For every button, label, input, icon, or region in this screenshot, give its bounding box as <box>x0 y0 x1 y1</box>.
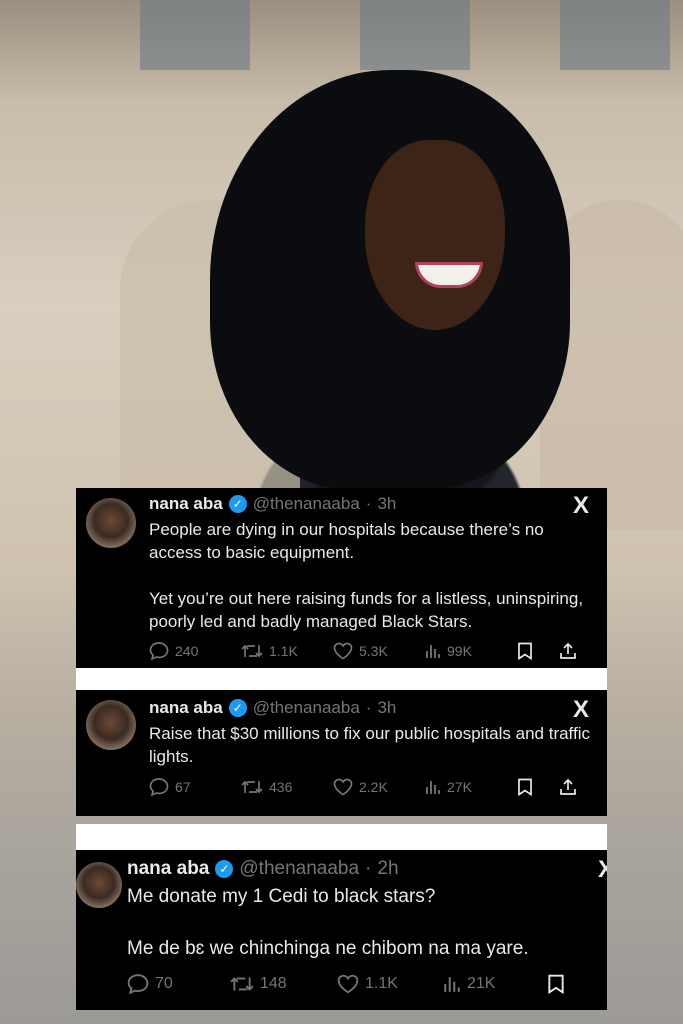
bookmark-icon <box>517 778 533 796</box>
tweet-card-3[interactable]: nana aba ✓ @thenanaaba · 2h X Me donate … <box>76 850 607 1010</box>
reply-count: 240 <box>175 643 199 659</box>
tweet-paragraph: Me de bɛ we chinchinga ne chibom na ma y… <box>127 938 529 959</box>
views-count: 99K <box>447 643 472 659</box>
avatar[interactable] <box>86 700 136 750</box>
author-name[interactable]: nana aba <box>127 858 209 880</box>
building-window <box>140 0 250 70</box>
reply-count: 67 <box>175 779 191 795</box>
like-count: 2.2K <box>359 779 388 795</box>
author-name[interactable]: nana aba <box>149 698 223 718</box>
share-button[interactable] <box>559 778 589 796</box>
like-count: 5.3K <box>359 643 388 659</box>
building-window <box>560 0 670 70</box>
bookmark-icon <box>517 642 533 660</box>
tweet-text: Me donate my 1 Cedi to black stars? Me d… <box>127 885 597 961</box>
views-count: 21K <box>467 975 496 992</box>
retweet-count: 148 <box>260 975 287 992</box>
heart-icon <box>333 642 353 660</box>
share-button[interactable] <box>559 642 589 660</box>
tweet-header: nana aba ✓ @thenanaaba · 3h <box>149 698 396 718</box>
divider <box>76 824 607 850</box>
x-logo-icon: X <box>573 492 590 519</box>
retweet-button[interactable]: 1.1K <box>241 643 333 659</box>
woman-face <box>365 140 505 330</box>
tweet-text: Raise that $30 millions to fix our publi… <box>149 722 599 768</box>
author-handle[interactable]: @thenanaaba <box>253 494 360 514</box>
tweet-paragraph: People are dying in our hospitals becaus… <box>149 520 544 562</box>
reply-button[interactable]: 240 <box>149 642 241 660</box>
tweet-card-1[interactable]: nana aba ✓ @thenanaaba · 3h X People are… <box>76 488 607 668</box>
like-button[interactable]: 2.2K <box>333 778 425 796</box>
retweet-icon <box>241 643 263 659</box>
author-name[interactable]: nana aba <box>149 494 223 514</box>
tweet-paragraph: Yet you’re out here raising funds for a … <box>149 589 584 631</box>
x-logo-icon: X <box>598 856 607 883</box>
verified-badge-icon: ✓ <box>228 495 247 513</box>
author-handle[interactable]: @thenanaaba <box>239 858 359 880</box>
verified-badge-icon: ✓ <box>228 699 247 717</box>
share-icon <box>559 778 577 796</box>
views-button[interactable]: 99K <box>425 643 517 659</box>
reply-button[interactable]: 67 <box>149 778 241 796</box>
retweet-icon <box>241 779 263 795</box>
reply-count: 70 <box>155 975 173 992</box>
views-icon <box>443 975 461 993</box>
tweet-paragraph: Me donate my 1 Cedi to black stars? <box>127 886 436 907</box>
bookmark-icon <box>547 974 565 994</box>
timestamp[interactable]: 3h <box>377 698 396 718</box>
tweet-paragraph: Raise that $30 millions to fix our publi… <box>149 724 590 766</box>
tweet-header: nana aba ✓ @thenanaaba · 3h <box>149 494 396 514</box>
tweet-text: People are dying in our hospitals becaus… <box>149 518 599 633</box>
share-icon <box>559 642 577 660</box>
verified-badge-icon: ✓ <box>215 860 234 878</box>
views-button[interactable]: 27K <box>425 779 517 795</box>
reply-icon <box>149 778 169 796</box>
avatar[interactable] <box>76 862 122 908</box>
divider <box>76 668 607 690</box>
heart-icon <box>333 778 353 796</box>
x-logo-icon: X <box>573 696 590 723</box>
views-icon <box>425 779 441 795</box>
bookmark-button[interactable] <box>547 974 577 994</box>
action-bar: 70 148 1.1K 21K <box>127 974 607 994</box>
avatar[interactable] <box>86 498 136 548</box>
retweet-count: 1.1K <box>269 643 298 659</box>
heart-icon <box>337 974 359 994</box>
reply-button[interactable]: 70 <box>127 974 230 994</box>
bookmark-button[interactable] <box>517 642 559 660</box>
tweet-card-2[interactable]: nana aba ✓ @thenanaaba · 3h X Raise that… <box>76 690 607 816</box>
like-count: 1.1K <box>365 975 398 992</box>
retweet-count: 436 <box>269 779 293 795</box>
tweet-header: nana aba ✓ @thenanaaba · 2h <box>127 858 399 880</box>
like-button[interactable]: 1.1K <box>337 974 443 994</box>
views-count: 27K <box>447 779 472 795</box>
dot-separator: · <box>365 494 372 513</box>
action-bar: 67 436 2.2K 27K <box>149 778 597 796</box>
reply-icon <box>149 642 169 660</box>
like-button[interactable]: 5.3K <box>333 642 425 660</box>
reply-icon <box>127 974 149 994</box>
retweet-icon <box>230 975 254 993</box>
views-icon <box>425 643 441 659</box>
retweet-button[interactable]: 436 <box>241 779 333 795</box>
bookmark-button[interactable] <box>517 778 559 796</box>
action-bar: 240 1.1K 5.3K 99K <box>149 642 597 660</box>
building-window <box>360 0 470 70</box>
retweet-button[interactable]: 148 <box>230 975 337 993</box>
timestamp[interactable]: 2h <box>377 858 398 880</box>
dot-separator: · <box>365 698 372 717</box>
dot-separator: · <box>365 858 372 879</box>
author-handle[interactable]: @thenanaaba <box>253 698 360 718</box>
views-button[interactable]: 21K <box>443 975 547 993</box>
timestamp[interactable]: 3h <box>377 494 396 514</box>
